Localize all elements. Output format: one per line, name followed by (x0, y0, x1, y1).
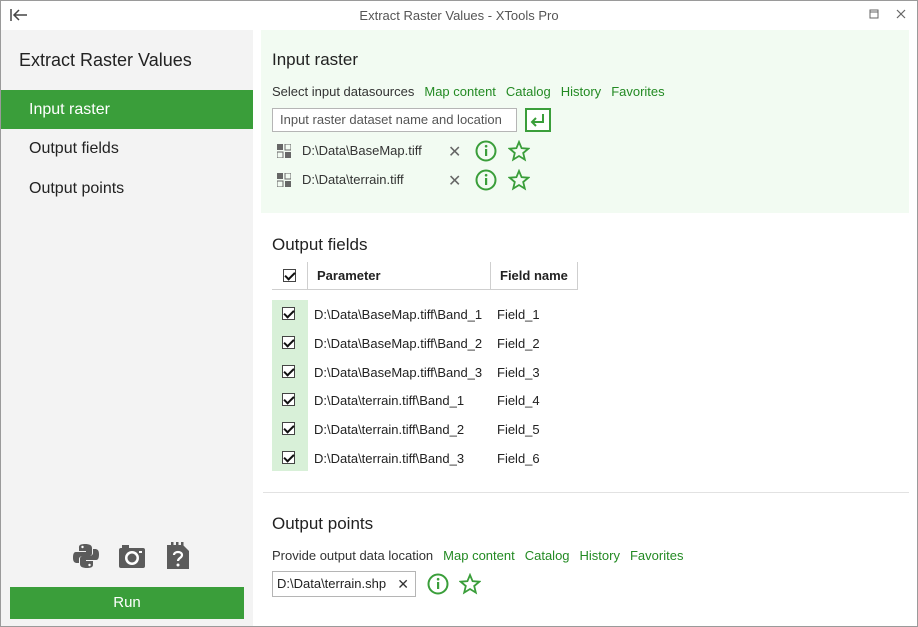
table-row[interactable]: D:\Data\terrain.tiff\Band_1 Field_4 (272, 386, 578, 414)
row-parameter: D:\Data\terrain.tiff\Band_3 (314, 451, 465, 466)
tool-icons (71, 541, 195, 571)
app-window: Extract Raster Values - XTools Pro Extra… (0, 0, 918, 627)
row-parameter: D:\Data\terrain.tiff\Band_1 (314, 393, 465, 408)
output-path-value: D:\Data\terrain.shp (277, 576, 387, 591)
row-parameter: D:\Data\BaseMap.tiff\Band_2 (314, 336, 483, 351)
row-checkbox[interactable] (282, 307, 295, 320)
sidebar-item-input-raster[interactable]: Input raster (1, 90, 253, 129)
link-catalog[interactable]: Catalog (525, 548, 570, 563)
row-checkbox[interactable] (282, 422, 295, 435)
sidebar: Extract Raster Values Input raster Outpu… (1, 30, 253, 626)
output-path-field[interactable]: D:\Data\terrain.shp ✕ (272, 571, 416, 597)
datasource-item: D:\Data\BaseMap.tiff ✕ (272, 140, 552, 162)
enter-icon (530, 114, 544, 127)
section-divider (263, 492, 909, 493)
table-row[interactable]: D:\Data\BaseMap.tiff\Band_2 Field_2 (272, 329, 578, 357)
link-history[interactable]: History (580, 548, 620, 563)
python-icon[interactable] (71, 541, 101, 571)
datasource-path: D:\Data\BaseMap.tiff (302, 143, 422, 158)
remove-icon[interactable]: ✕ (448, 171, 461, 191)
table-row[interactable]: D:\Data\BaseMap.tiff\Band_3 Field_3 (272, 358, 578, 386)
row-parameter: D:\Data\BaseMap.tiff\Band_3 (314, 365, 483, 380)
select-all-checkbox[interactable] (283, 269, 296, 282)
output-fields-title: Output fields (272, 235, 368, 254)
row-field-name[interactable]: Field_1 (497, 307, 540, 322)
input-raster-section: Input raster Select input datasources Map… (261, 30, 909, 213)
column-header-parameter[interactable]: Parameter (317, 268, 381, 283)
close-icon[interactable] (894, 8, 908, 22)
title-bar: Extract Raster Values - XTools Pro (1, 1, 917, 30)
link-favorites[interactable]: Favorites (611, 84, 664, 99)
raster-grid-icon (277, 173, 291, 187)
main-panel: Input raster Select input datasources Map… (253, 30, 917, 626)
favorite-star-icon[interactable] (508, 169, 530, 191)
camera-icon[interactable] (117, 541, 147, 571)
link-history[interactable]: History (561, 84, 601, 99)
favorite-star-icon[interactable] (459, 573, 481, 595)
enter-button[interactable] (525, 108, 551, 132)
sidebar-heading: Extract Raster Values (19, 50, 192, 70)
info-icon[interactable] (475, 169, 497, 191)
row-field-name[interactable]: Field_5 (497, 422, 540, 437)
row-checkbox[interactable] (282, 365, 295, 378)
link-map-content[interactable]: Map content (424, 84, 496, 99)
row-checkbox[interactable] (282, 336, 295, 349)
row-field-name[interactable]: Field_3 (497, 365, 540, 380)
table-row[interactable]: D:\Data\terrain.tiff\Band_2 Field_5 (272, 415, 578, 443)
restore-icon[interactable] (867, 8, 881, 22)
link-favorites[interactable]: Favorites (630, 548, 683, 563)
favorite-star-icon[interactable] (508, 140, 530, 162)
clear-path-icon[interactable]: ✕ (397, 572, 409, 596)
table-row[interactable]: D:\Data\terrain.tiff\Band_3 Field_6 (272, 444, 578, 472)
remove-icon[interactable]: ✕ (448, 142, 461, 162)
row-checkbox[interactable] (282, 393, 295, 406)
sidebar-item-output-points[interactable]: Output points (1, 169, 253, 208)
info-icon[interactable] (475, 140, 497, 162)
datasource-path: D:\Data\terrain.tiff (302, 172, 404, 187)
help-doc-icon[interactable] (163, 541, 193, 571)
select-all-cell (272, 262, 308, 289)
output-source-links: Provide output data location Map content C… (272, 548, 683, 563)
run-button[interactable]: Run (10, 587, 244, 619)
row-parameter: D:\Data\BaseMap.tiff\Band_1 (314, 307, 483, 322)
raster-dataset-input[interactable]: Input raster dataset name and location (272, 108, 517, 132)
output-location-prompt: Provide output data location (272, 548, 434, 563)
input-source-links: Select input datasources Map content Catal… (272, 84, 665, 99)
row-parameter: D:\Data\terrain.tiff\Band_2 (314, 422, 465, 437)
link-map-content[interactable]: Map content (443, 548, 515, 563)
row-field-name[interactable]: Field_4 (497, 393, 540, 408)
row-checkbox[interactable] (282, 451, 295, 464)
window-title: Extract Raster Values - XTools Pro (359, 8, 559, 23)
table-row[interactable]: D:\Data\BaseMap.tiff\Band_1 Field_1 (272, 300, 578, 328)
link-catalog[interactable]: Catalog (506, 84, 551, 99)
info-icon[interactable] (427, 573, 449, 595)
input-raster-title: Input raster (272, 50, 358, 69)
row-field-name[interactable]: Field_2 (497, 336, 540, 351)
input-source-prompt: Select input datasources (272, 84, 415, 99)
raster-grid-icon (277, 144, 291, 158)
output-points-title: Output points (272, 514, 374, 533)
datasource-item: D:\Data\terrain.tiff ✕ (272, 169, 552, 191)
row-field-name[interactable]: Field_6 (497, 451, 540, 466)
fields-table-header: Parameter Field name (272, 262, 578, 290)
column-header-field-name[interactable]: Field name (490, 262, 578, 289)
sidebar-item-output-fields[interactable]: Output fields (1, 129, 253, 168)
